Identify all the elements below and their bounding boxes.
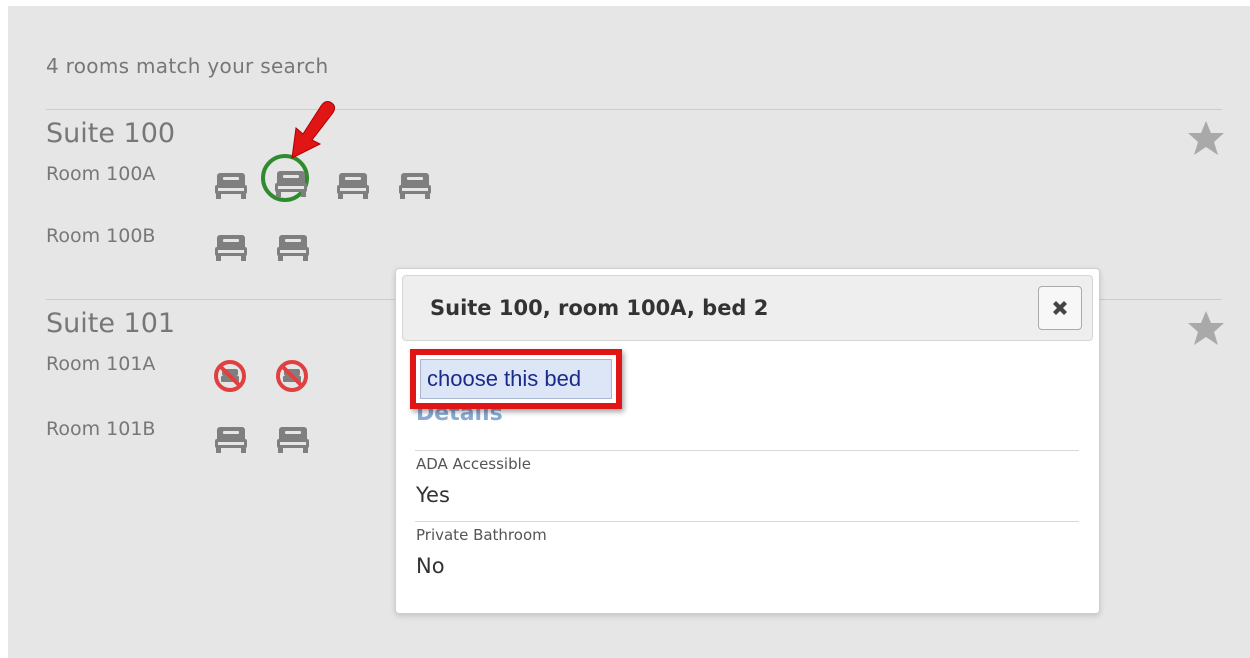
unavailable-bed-icon xyxy=(213,359,247,393)
room-label: Room 101A xyxy=(46,353,156,375)
bed-icon-selected[interactable] xyxy=(274,168,308,198)
bed-icon[interactable] xyxy=(214,424,248,454)
favorite-star-icon[interactable] xyxy=(1186,118,1226,158)
room-label: Room 100A xyxy=(46,163,156,185)
results-count: 4 rooms match your search xyxy=(46,54,329,78)
room-label: Room 100B xyxy=(46,225,156,247)
bed-icon[interactable] xyxy=(214,170,248,200)
divider xyxy=(415,521,1079,522)
room-label: Room 101B xyxy=(46,418,156,440)
suite-title: Suite 100 xyxy=(46,118,176,149)
close-button[interactable] xyxy=(1038,286,1082,330)
unavailable-bed-icon xyxy=(275,359,309,393)
property-label: ADA Accessible xyxy=(416,455,532,473)
bed-details-popup: Suite 100, room 100A, bed 2 choose this … xyxy=(395,268,1100,614)
property-value: No xyxy=(416,554,445,578)
bed-icon[interactable] xyxy=(398,170,432,200)
bed-icon[interactable] xyxy=(214,232,248,262)
popup-title: Suite 100, room 100A, bed 2 xyxy=(430,296,769,320)
suite-title: Suite 101 xyxy=(46,308,176,339)
details-heading: Details xyxy=(416,407,503,426)
property-value: Yes xyxy=(416,483,450,507)
bed-icon[interactable] xyxy=(276,424,310,454)
bed-icon[interactable] xyxy=(276,232,310,262)
divider xyxy=(415,450,1079,451)
favorite-star-icon[interactable] xyxy=(1186,308,1226,348)
highlight-box: choose this bed xyxy=(410,349,622,409)
close-icon xyxy=(1053,301,1067,315)
choose-bed-link[interactable]: choose this bed xyxy=(420,359,612,399)
property-label: Private Bathroom xyxy=(416,526,547,544)
popup-header: Suite 100, room 100A, bed 2 xyxy=(402,275,1093,341)
bed-icon[interactable] xyxy=(336,170,370,200)
red-arrow-icon xyxy=(291,101,336,159)
divider xyxy=(46,109,1222,110)
